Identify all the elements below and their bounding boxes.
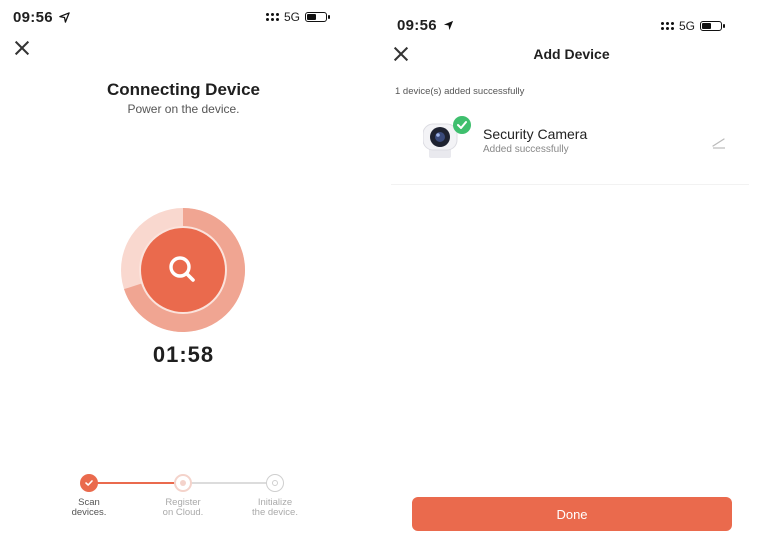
step-connector-pending	[190, 482, 274, 484]
step-register-line2: on Cloud.	[162, 507, 204, 518]
status-bar-time: 09:56	[13, 9, 71, 26]
page-title: Connecting Device	[106, 80, 261, 99]
status-bar-time-right: 09:56	[397, 17, 454, 34]
signal-icon	[266, 13, 279, 21]
check-icon	[85, 480, 93, 486]
battery-icon	[700, 21, 726, 31]
step-connector-done	[88, 482, 180, 484]
step-register-inner	[180, 480, 186, 486]
connecting-device-screen: 09:56 5G Connecting Device Power on the …	[0, 0, 367, 559]
network-label-right: 5G	[679, 19, 696, 33]
step-register-dot	[174, 474, 192, 492]
close-icon[interactable]	[13, 39, 31, 57]
status-time-text-right: 09:56	[397, 17, 437, 34]
step-register-label: Register on Cloud.	[153, 498, 213, 518]
battery-icon	[305, 12, 331, 22]
location-arrow-icon	[59, 12, 71, 23]
page-subtitle: Power on the device.	[127, 102, 240, 116]
location-arrow-icon	[444, 20, 454, 31]
pencil-icon[interactable]	[709, 132, 729, 152]
progress-steps: Scan devices. Register on Cloud. Initial…	[70, 470, 320, 530]
step-initialize-line2: the device.	[252, 507, 298, 518]
step-initialize-inner	[272, 480, 278, 486]
scan-progress-ring	[121, 208, 245, 332]
signal-icon	[661, 22, 674, 30]
success-check-icon	[453, 116, 471, 134]
search-button-bg	[141, 228, 225, 312]
page-title-right: Add Device	[533, 46, 610, 62]
step-scan-dot	[80, 474, 98, 492]
done-button[interactable]: Done	[412, 497, 732, 531]
device-status: Added successfully	[483, 144, 569, 155]
status-bar-indicators-right: 5G	[661, 19, 726, 33]
countdown-timer: 01:58	[152, 342, 215, 367]
step-initialize-dot	[266, 474, 284, 492]
add-device-screen: 09:56 5G Add Device 1 device(s) added su…	[381, 0, 762, 559]
step-initialize-label: Initialize the device.	[245, 498, 305, 518]
step-scan-label: Scan devices.	[59, 498, 119, 518]
network-label: 5G	[284, 10, 301, 24]
status-time-text: 09:56	[13, 9, 53, 26]
step-scan-line2: devices.	[71, 507, 107, 518]
added-count-message: 1 device(s) added successfully	[395, 86, 525, 97]
status-bar-indicators: 5G	[266, 10, 331, 24]
device-list-item[interactable]: Security Camera Added successfully	[391, 110, 749, 185]
device-name: Security Camera	[483, 126, 588, 142]
